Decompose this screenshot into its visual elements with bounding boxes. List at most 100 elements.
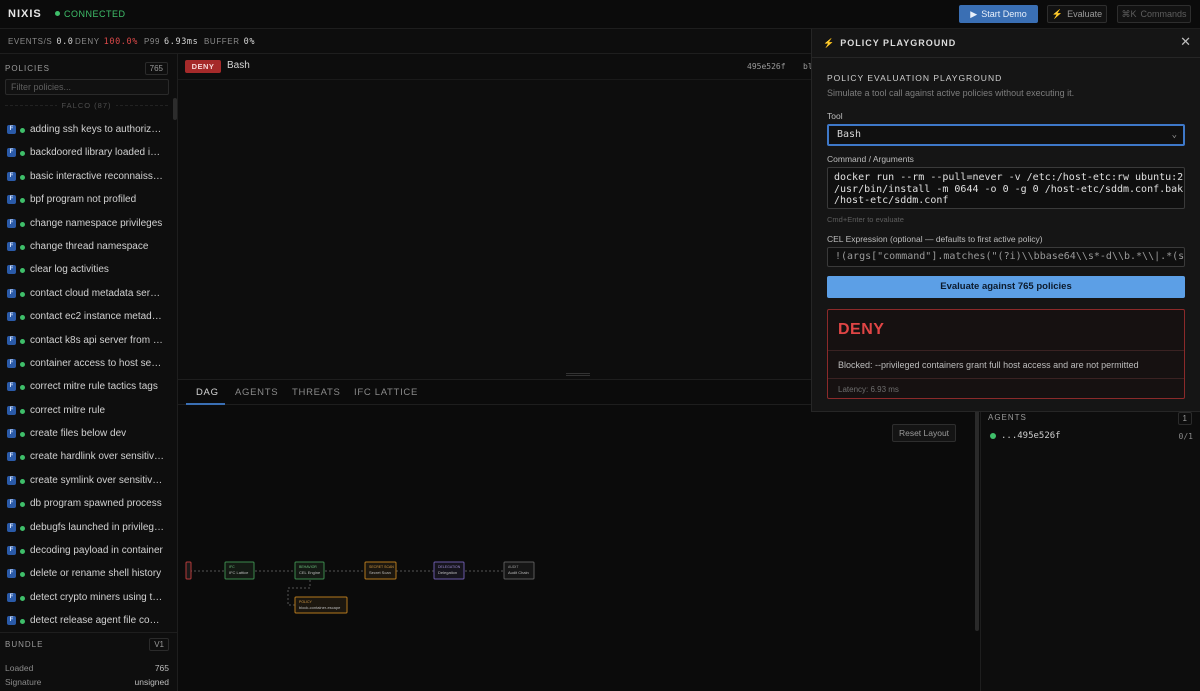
result-divider bbox=[828, 378, 1184, 379]
app-root: NIXIS CONNECTED ▶ Start Demo ⚡ Evaluate ⌘K… bbox=[0, 0, 1200, 691]
falco-badge: F bbox=[7, 312, 16, 322]
policy-list-item[interactable]: Fbackdoored library loaded into process bbox=[0, 141, 172, 164]
cel-expression-input[interactable]: !(args["command"].matches("(?i)\\bbase64… bbox=[827, 247, 1185, 267]
command-textarea[interactable]: docker run --rm --pull=never -v /etc:/ho… bbox=[827, 167, 1185, 209]
policy-list-item[interactable]: Fchange thread namespace bbox=[0, 235, 172, 258]
dag-node-audit[interactable]: AUDIT Audit Chain bbox=[503, 561, 535, 580]
policy-name: correct mitre rule bbox=[30, 404, 106, 416]
active-status-dot-icon bbox=[20, 432, 25, 438]
policy-list-item[interactable]: Fdetect release agent file container esc… bbox=[0, 609, 172, 632]
close-icon[interactable]: ✕ bbox=[1180, 34, 1191, 50]
active-status-dot-icon bbox=[20, 291, 25, 297]
policy-list-item[interactable]: Fcontact cloud metadata service bbox=[0, 282, 172, 305]
tool-label: Tool bbox=[827, 111, 843, 121]
dag-node-kind: BEHAVIOR bbox=[299, 565, 317, 569]
reset-layout-button[interactable]: Reset Layout bbox=[892, 424, 956, 442]
panel-resize-handle[interactable] bbox=[566, 373, 590, 376]
policy-list-item[interactable]: Fcontact ec2 instance metadata service bbox=[0, 305, 172, 328]
policy-list-item[interactable]: Fbasic interactive reconnaissance bbox=[0, 165, 172, 188]
evaluate-button[interactable]: ⚡ Evaluate bbox=[1047, 5, 1107, 23]
tab-dag[interactable]: DAG bbox=[196, 387, 219, 398]
bundle-signature-label: Signature bbox=[5, 677, 42, 687]
falco-badge: F bbox=[7, 241, 16, 251]
falco-badge: F bbox=[7, 148, 16, 158]
policy-list-item[interactable]: Fdelete or rename shell history bbox=[0, 562, 172, 585]
dag-node-secret-scan[interactable]: SECRET SCAN Secret Scan bbox=[364, 561, 397, 580]
stat-buffer-value: 0% bbox=[243, 37, 256, 47]
dag-node-ifc[interactable]: IFC IFC Lattice bbox=[224, 561, 255, 580]
policy-list-item[interactable]: Fdebugfs launched in privileged containe… bbox=[0, 516, 172, 539]
result-latency: Latency: 6.93 ms bbox=[838, 385, 899, 394]
dag-node-cel[interactable]: BEHAVIOR CEL Engine bbox=[294, 561, 325, 580]
policy-list-item[interactable]: Fchange namespace privileges bbox=[0, 212, 172, 235]
policy-list-item[interactable]: Fclear log activities bbox=[0, 258, 172, 281]
falco-badge: F bbox=[7, 475, 16, 485]
result-reason: Blocked: --privileged containers grant f… bbox=[838, 360, 1139, 370]
policy-list-item[interactable]: Fcreate symlink over sensitive files bbox=[0, 469, 172, 492]
dag-node-source[interactable] bbox=[185, 561, 192, 580]
policy-list-item[interactable]: Fcreate files below dev bbox=[0, 422, 172, 445]
dag-node-label: Secret Scan bbox=[369, 570, 391, 575]
stat-p99: P99 6.93ms bbox=[144, 37, 198, 47]
policy-name: adding ssh keys to authorized_keys bbox=[30, 124, 165, 135]
policy-list-item[interactable]: Fbpf program not profiled bbox=[0, 188, 172, 211]
evaluate-policies-button[interactable]: Evaluate against 765 policies bbox=[827, 276, 1185, 298]
policy-name: contact k8s api server from container bbox=[30, 334, 165, 346]
stat-p99-label: P99 bbox=[144, 37, 161, 46]
falco-badge: F bbox=[7, 382, 16, 392]
bottom-panel-scrollbar[interactable] bbox=[975, 405, 979, 631]
policy-name: create files below dev bbox=[30, 428, 127, 440]
falco-badge: F bbox=[7, 265, 16, 275]
result-verdict: DENY bbox=[838, 321, 885, 338]
start-demo-button[interactable]: ▶ Start Demo bbox=[959, 5, 1038, 23]
evaluate-shortcut-hint: Cmd+Enter to evaluate bbox=[827, 215, 904, 224]
policy-list-item[interactable]: Fdetect crypto miners using the stratum … bbox=[0, 586, 172, 609]
active-status-dot-icon bbox=[20, 361, 25, 367]
dag-canvas[interactable]: IFC IFC Lattice BEHAVIOR CEL Engine SECR… bbox=[178, 405, 974, 691]
falco-badge: F bbox=[7, 522, 16, 532]
dag-node-delegation[interactable]: DELEGATION Delegation bbox=[433, 561, 465, 580]
event-tool: Bash bbox=[227, 60, 250, 71]
stat-events-label: EVENTS/S bbox=[8, 37, 53, 46]
policy-group-header[interactable]: FALCO (87) bbox=[5, 101, 168, 115]
policy-name: detect crypto miners using the stratum p… bbox=[30, 591, 165, 603]
policy-list-scrollbar[interactable] bbox=[173, 98, 177, 120]
policy-name: db program spawned process bbox=[30, 498, 162, 510]
policy-group-label: FALCO (87) bbox=[57, 101, 116, 110]
tool-select[interactable]: Bash ⌄ bbox=[827, 124, 1185, 146]
policy-list-item[interactable]: Fadding ssh keys to authorized_keys bbox=[0, 118, 172, 141]
app-logo: NIXIS bbox=[8, 8, 42, 20]
connection-dot-icon bbox=[55, 11, 60, 16]
policy-list-item[interactable]: Fdecoding payload in container bbox=[0, 539, 172, 562]
falco-badge: F bbox=[7, 546, 16, 556]
policy-filter-input[interactable] bbox=[5, 79, 169, 95]
playground-heading: POLICY EVALUATION PLAYGROUND bbox=[827, 73, 1003, 83]
policy-list-item[interactable]: Fcreate hardlink over sensitive files bbox=[0, 445, 172, 468]
bundle-signature-row: Signature unsigned bbox=[5, 677, 169, 687]
active-status-dot-icon bbox=[20, 338, 25, 344]
active-status-dot-icon bbox=[20, 315, 25, 321]
agent-ratio: 0/1 bbox=[1178, 432, 1193, 441]
falco-badge: F bbox=[7, 569, 16, 579]
dag-node-policy[interactable]: POLICY block-container-escape bbox=[294, 596, 348, 614]
active-status-dot-icon bbox=[20, 128, 25, 133]
tab-agents[interactable]: AGENTS bbox=[235, 387, 278, 398]
stat-deny: DENY 100.0% bbox=[75, 37, 138, 47]
policy-list-item[interactable]: Fcontainer access to host sensitive file… bbox=[0, 352, 172, 375]
commands-button[interactable]: ⌘K Commands bbox=[1117, 5, 1191, 23]
policy-list-item[interactable]: Fcorrect mitre rule bbox=[0, 399, 172, 422]
tab-ifc-lattice[interactable]: IFC LATTICE bbox=[354, 387, 418, 398]
policy-name: contact ec2 instance metadata service bbox=[30, 311, 165, 323]
tab-threats[interactable]: THREATS bbox=[292, 387, 341, 398]
policy-list-item[interactable]: Fdb program spawned process bbox=[0, 492, 172, 515]
stat-events-value: 0.0 bbox=[56, 37, 74, 47]
agent-name[interactable]: ...495e526f bbox=[1001, 431, 1061, 441]
policy-name: create hardlink over sensitive files bbox=[30, 451, 165, 463]
policy-list-item[interactable]: Fcorrect mitre rule tactics tags bbox=[0, 375, 172, 398]
policy-list-item[interactable]: Fcontact k8s api server from container bbox=[0, 329, 172, 352]
event-row[interactable]: DENY Bash 495e526f bl bbox=[178, 54, 813, 80]
evaluation-result: DENY Blocked: --privileged containers gr… bbox=[827, 309, 1185, 399]
playground-subtitle: Simulate a tool call against active poli… bbox=[827, 88, 1075, 98]
policy-name: change namespace privileges bbox=[30, 217, 163, 229]
active-status-dot-icon bbox=[20, 268, 25, 274]
